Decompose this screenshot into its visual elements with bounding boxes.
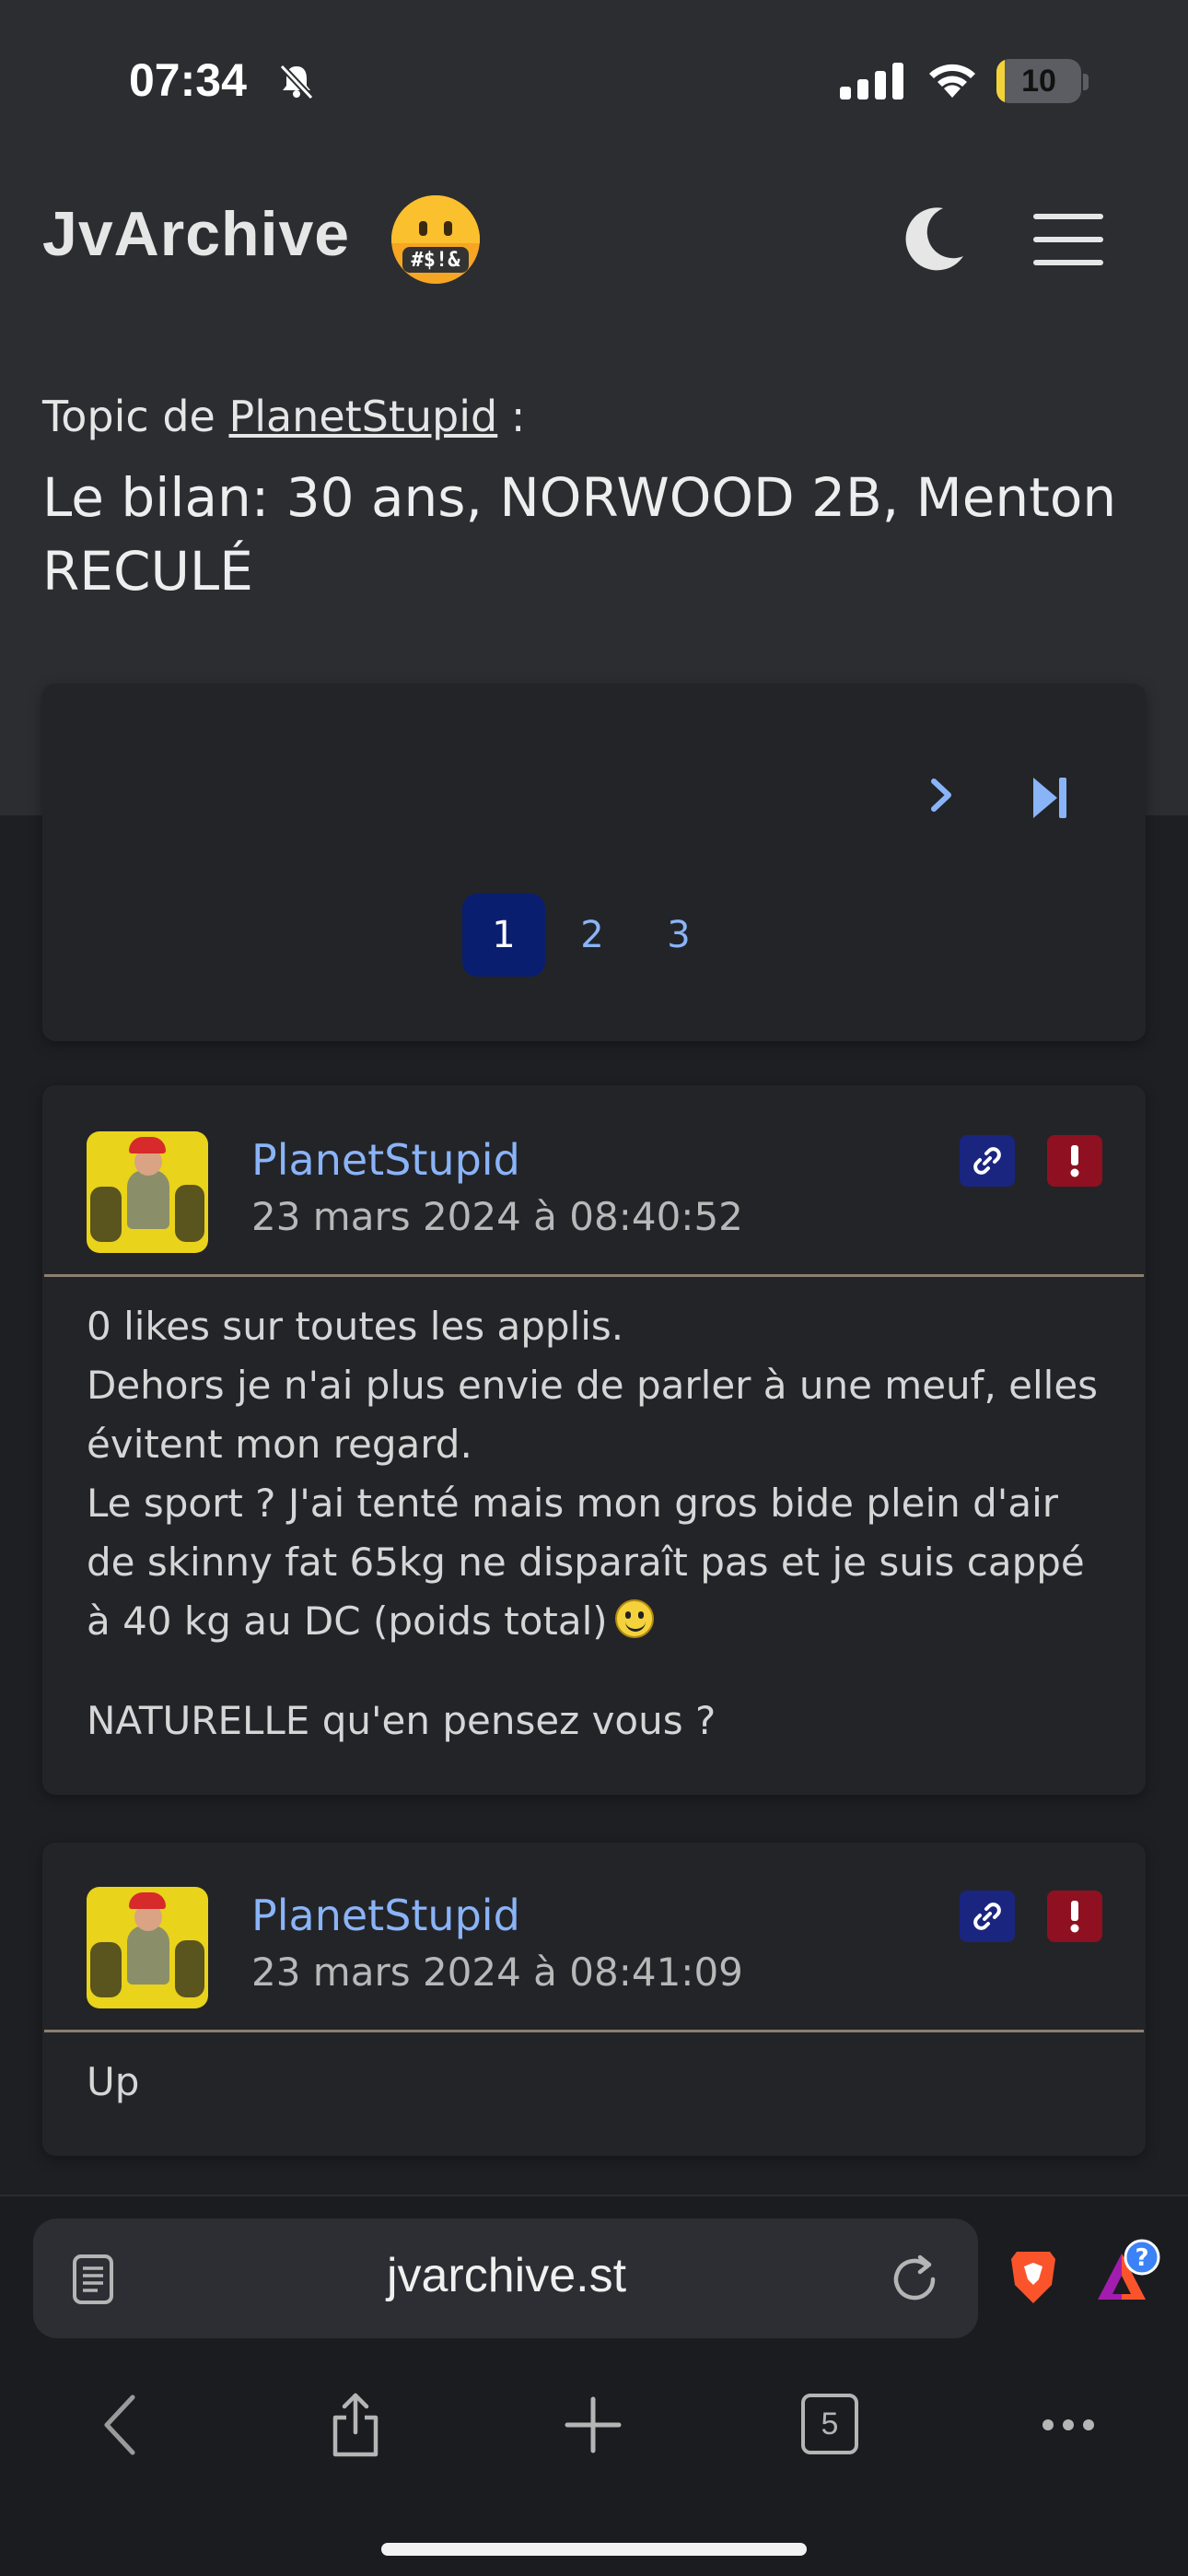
home-indicator — [381, 2543, 807, 2556]
smiley-emoji-icon — [614, 1599, 654, 1638]
post-line: NATURELLE qu'en pensez vous ? — [87, 1698, 716, 1743]
topic-author-line: Topic de PlanetStupid : — [42, 392, 525, 441]
link-icon — [973, 1147, 1001, 1175]
reload-icon[interactable] — [889, 2254, 940, 2305]
pagination-card — [42, 684, 1146, 1041]
report-button[interactable] — [1047, 1135, 1102, 1187]
page-button-2[interactable]: 2 — [551, 894, 634, 977]
post-line: Le sport ? J'ai tenté mais mon gros bide… — [87, 1474, 1118, 1651]
post-line: 0 likes sur toutes les applis. — [87, 1304, 624, 1349]
brave-rewards-icon[interactable]: ? — [1090, 2239, 1164, 2309]
avatar-santa-hat — [129, 1892, 166, 1909]
post-line: Dehors je n'ai plus envie de parler à un… — [87, 1363, 1099, 1467]
avatar-figure-left — [90, 1942, 122, 1997]
avatar-figure-body — [127, 1170, 169, 1229]
battery-cap — [1083, 74, 1089, 90]
report-button[interactable] — [1047, 1891, 1102, 1942]
share-icon[interactable] — [328, 2392, 383, 2458]
battery-indicator: 10 — [996, 59, 1081, 103]
post-line: Up — [87, 2059, 140, 2104]
wifi-icon — [929, 64, 975, 98]
avatar-figure-body — [127, 1926, 169, 1985]
post-line-text: Le sport ? J'ai tenté mais mon gros bide… — [87, 1481, 1085, 1644]
topic-by-suffix: : — [497, 392, 526, 441]
next-page-chevron-icon[interactable] — [921, 774, 963, 816]
site-logo-text[interactable]: JvArchive — [42, 198, 350, 270]
post-body: Up — [87, 2053, 1118, 2112]
avatar[interactable] — [87, 1887, 208, 2008]
topic-by-prefix: Topic de — [42, 392, 229, 441]
status-bar: 07:34 10 — [0, 0, 1188, 161]
link-icon — [973, 1903, 1001, 1930]
new-tab-plus-icon[interactable] — [564, 2392, 623, 2458]
post-author-link[interactable]: PlanetStupid — [251, 1135, 520, 1185]
cursing-face-emoji-icon: #$!& — [391, 195, 480, 284]
url-text[interactable]: jvarchive.st — [0, 2248, 1013, 2303]
post-date: 23 mars 2024 à 08:40:52 — [251, 1194, 743, 1239]
bell-muted-icon — [279, 64, 314, 100]
rewards-badge: ? — [1135, 2244, 1148, 2272]
topic-title: Le bilan: 30 ans, NORWOOD 2B, Menton REC… — [42, 466, 1117, 603]
back-icon[interactable] — [96, 2392, 147, 2458]
avatar-figure-left — [90, 1187, 122, 1242]
emoji-eye-left — [419, 221, 427, 236]
page-button-1[interactable]: 1 — [462, 894, 545, 977]
cell-signal-icon — [840, 63, 903, 100]
avatar-figure-right — [175, 1185, 204, 1242]
exclamation-icon — [1070, 1145, 1079, 1177]
battery-level: 10 — [1021, 63, 1056, 99]
status-time: 07:34 — [129, 54, 247, 106]
hamburger-menu-button[interactable] — [1033, 212, 1103, 267]
menu-bar-top — [1033, 214, 1103, 219]
dark-mode-toggle-moon-icon[interactable] — [903, 205, 967, 274]
menu-bar-middle — [1033, 237, 1103, 242]
topic-author-link[interactable]: PlanetStupid — [228, 392, 497, 441]
post-author-link[interactable]: PlanetStupid — [251, 1891, 520, 1940]
avatar-santa-hat — [129, 1137, 166, 1153]
exclamation-icon — [1070, 1901, 1079, 1933]
permalink-button[interactable] — [960, 1891, 1015, 1942]
emoji-eye-right — [444, 221, 452, 236]
brave-shields-icon[interactable] — [1007, 2248, 1059, 2307]
more-options-icon[interactable] — [1041, 2392, 1096, 2458]
post-body: 0 likes sur toutes les applis. Dehors je… — [87, 1297, 1118, 1751]
tabs-count-button[interactable]: 5 — [801, 2394, 858, 2454]
post-date: 23 mars 2024 à 08:41:09 — [251, 1950, 743, 1995]
page-button-3[interactable]: 3 — [637, 894, 720, 977]
permalink-button[interactable] — [960, 1135, 1015, 1187]
last-page-icon[interactable] — [1030, 774, 1070, 822]
post-divider — [44, 1274, 1144, 1277]
post-divider — [44, 2030, 1144, 2032]
avatar[interactable] — [87, 1131, 208, 1253]
menu-bar-bottom — [1033, 260, 1103, 265]
avatar-figure-right — [175, 1940, 204, 1997]
emoji-symbols: #$!& — [402, 247, 469, 273]
